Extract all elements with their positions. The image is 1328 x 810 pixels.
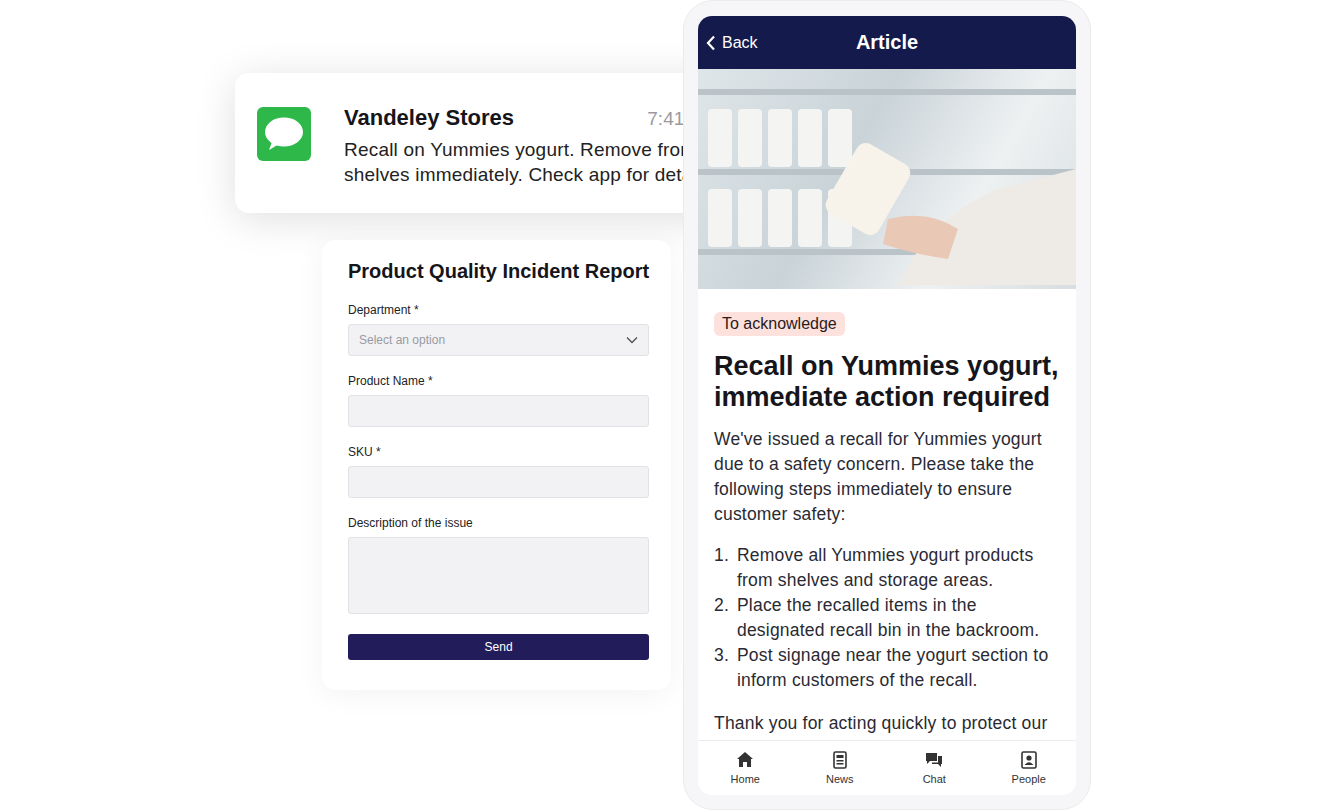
nav-item[interactable]: News [793, 751, 888, 785]
nav-item[interactable]: Home [698, 751, 793, 785]
notification-header: Vandeley Stores7:41 AM [344, 105, 717, 131]
notification-message: Recall on Yummies yogurt. Remove from sh… [344, 137, 717, 187]
chevron-down-icon[interactable] [626, 336, 638, 344]
messages-app-icon [257, 107, 311, 161]
step-list: 1.Remove all Yummies yogurt products fro… [714, 543, 1060, 693]
chevron-left-icon [706, 35, 716, 51]
form-title: Product Quality Incident Report [348, 260, 649, 283]
step-number: 1. [714, 543, 737, 593]
field-label: Description of the issue [348, 516, 649, 530]
textarea-field[interactable] [348, 537, 649, 614]
nav-label: People [1012, 773, 1046, 785]
step-item: 1.Remove all Yummies yogurt products fro… [714, 543, 1060, 593]
step-item: 2.Place the recalled items in the design… [714, 593, 1060, 643]
field-placeholder: Select an option [359, 333, 445, 347]
incident-form: Product Quality Incident Report Departmen… [322, 240, 671, 690]
app-header: Back Article [698, 16, 1076, 69]
form-field: Description of the issue [348, 516, 649, 614]
header-title: Article [856, 31, 918, 54]
nav-item[interactable]: People [982, 751, 1077, 785]
form-field: SKU * [348, 445, 649, 498]
step-text: Remove all Yummies yogurt products from … [737, 543, 1060, 593]
phone-screen: Back Article To acknowledge Recall on Yummi… [698, 16, 1076, 795]
field-label: SKU * [348, 445, 649, 459]
send-button[interactable]: Send [348, 634, 649, 660]
step-number: 2. [714, 593, 737, 643]
step-number: 3. [714, 643, 737, 693]
article-headline: Recall on Yummies yogurt, immediate acti… [714, 351, 1060, 413]
step-item: 3.Post signage near the yogurt section t… [714, 643, 1060, 693]
input-field[interactable] [348, 395, 649, 427]
article-photo [698, 69, 1076, 289]
notification-body: Vandeley Stores7:41 AM Recall on Yummies … [344, 105, 717, 187]
form-field: Product Name * [348, 374, 649, 427]
news-icon [831, 751, 849, 769]
nav-label: Home [731, 773, 760, 785]
back-label: Back [722, 34, 758, 52]
article-content: To acknowledge Recall on Yummies yogurt, … [698, 289, 1076, 740]
back-button[interactable]: Back [706, 34, 856, 52]
article-intro: We've issued a recall for Yummies yogurt… [714, 427, 1060, 527]
input-field[interactable] [348, 466, 649, 498]
home-icon [736, 751, 754, 769]
step-text: Post signage near the yogurt section to … [737, 643, 1060, 693]
article-closing: Thank you for acting quickly to protect … [714, 711, 1060, 740]
step-text: Place the recalled items in the designat… [737, 593, 1060, 643]
nav-item[interactable]: Chat [887, 751, 982, 785]
select-field[interactable]: Select an option [348, 324, 649, 356]
yogurt-shelf-picture-icon [698, 69, 1076, 285]
speech-bubble-icon [264, 116, 304, 152]
nav-label: Chat [923, 773, 946, 785]
chat-icon [925, 751, 943, 769]
phone-frame: Back Article To acknowledge Recall on Yummi… [683, 0, 1091, 810]
field-label: Department * [348, 303, 649, 317]
form-field: Department * Select an option [348, 303, 649, 356]
notification-app: Vandeley Stores [344, 105, 514, 131]
people-icon [1020, 751, 1038, 769]
field-label: Product Name * [348, 374, 649, 388]
acknowledge-badge: To acknowledge [714, 312, 845, 336]
nav-label: News [826, 773, 854, 785]
bottom-nav: Home News Chat People [698, 740, 1076, 795]
notification[interactable]: Vandeley Stores7:41 AM Recall on Yummies … [235, 73, 737, 213]
